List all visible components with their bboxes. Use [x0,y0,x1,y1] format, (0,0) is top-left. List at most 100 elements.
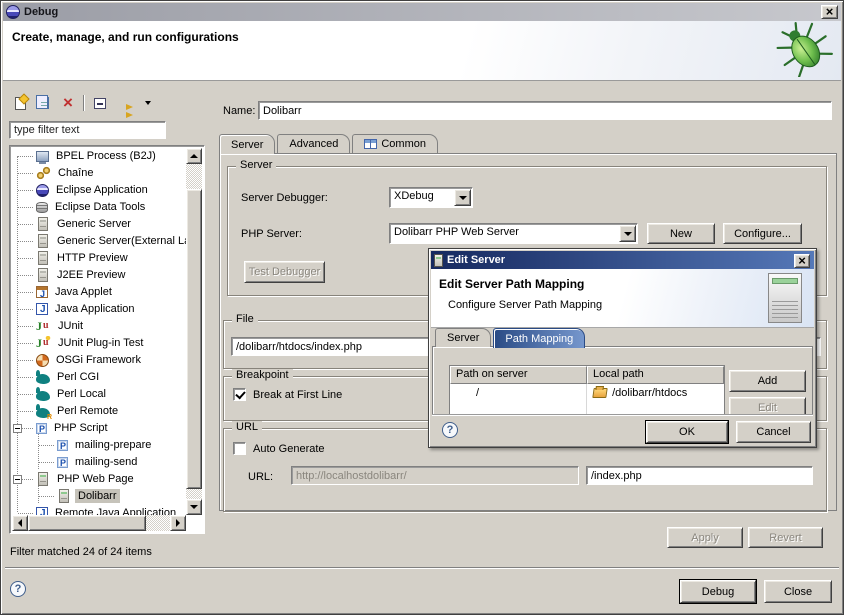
tree-item-label: JUnit Plug-in Test [55,336,146,350]
auto-generate-checkbox[interactable] [233,442,246,455]
server-debugger-combo[interactable]: XDebug [389,187,473,208]
dropdown-arrow-icon[interactable] [454,189,471,206]
camel-icon [36,391,50,401]
tree-item-label: Eclipse Data Tools [52,200,148,214]
applet-icon [36,286,48,298]
scroll-up-button[interactable] [186,148,202,164]
name-input[interactable] [258,101,832,120]
help-icon[interactable] [442,422,458,438]
type-filter-input[interactable] [9,121,166,139]
php-server-combo[interactable]: Dolibarr PHP Web Server [389,223,638,244]
close-window-button[interactable] [821,5,838,19]
tree-item-label: Dolibarr [75,489,120,503]
help-icon[interactable] [10,581,26,597]
tree-item-bpel-process-b2j[interactable]: BPEL Process (B2J) [12,148,186,165]
new-server-button[interactable]: New [647,223,715,244]
tree-item-php-script[interactable]: PHP Script [12,420,186,437]
tree-vertical-scrollbar[interactable] [186,148,202,515]
path-mapping-row[interactable]: //dolibarr/htdocs [450,384,724,402]
tree-item-java-application[interactable]: Java Application [12,301,186,318]
tree-item-label: Generic Server(External La [54,234,186,248]
collapse-expander-icon[interactable] [13,424,22,433]
tree-item-generic-server[interactable]: Generic Server [12,216,186,233]
tree-item-remote-java-application[interactable]: Remote Java Application [12,505,186,515]
edit-server-titlebar: Edit Server [431,251,814,269]
tree-item-eclipse-data-tools[interactable]: Eclipse Data Tools [12,199,186,216]
tree-item-perl-cgi[interactable]: Perl CGI [12,369,186,386]
remote-java-icon [36,507,48,515]
tree-item-java-applet[interactable]: Java Applet [12,284,186,301]
tree-item-osgi-framework[interactable]: OSGi Framework [12,352,186,369]
test-debugger-button[interactable]: Test Debugger [244,261,325,283]
filter-status-text: Filter matched 24 of 24 items [10,546,152,558]
configure-server-button[interactable]: Configure... [723,223,802,244]
camel-icon [36,374,50,384]
url-input[interactable] [291,466,579,485]
server-icon [38,234,48,248]
edit-server-button-bar: OK Cancel [432,414,813,445]
path-mapping-header-row: Path on server Local path [450,366,724,384]
close-edit-server-button[interactable] [794,254,810,268]
dropdown-arrow-icon[interactable] [619,225,636,242]
server-tower-image [768,273,802,323]
tree-item-cha-ne[interactable]: Chaîne [12,165,186,182]
break-first-line-checkbox[interactable] [233,388,246,401]
tree-item-perl-remote[interactable]: Perl Remote [12,403,186,420]
debug-button[interactable]: Debug [680,580,756,603]
tree-item-perl-local[interactable]: Perl Local [12,386,186,403]
tab-label: Server [231,136,263,154]
bug-image [775,21,833,80]
tree-item-mailing-prepare[interactable]: mailing-prepare [12,437,186,454]
delete-config-icon [63,96,73,111]
apply-button[interactable]: Apply [667,527,743,548]
vertical-scroll-thumb[interactable] [186,189,202,489]
collapse-all-icon[interactable] [91,94,109,112]
scroll-left-button[interactable] [12,515,28,531]
column-path-on-server[interactable]: Path on server [450,366,587,384]
add-mapping-button[interactable]: Add [729,370,806,392]
url-path-input[interactable] [586,466,813,485]
tree-item-junit[interactable]: JUnit [12,318,186,335]
tree-item-j2ee-preview[interactable]: J2EE Preview [12,267,186,284]
filter-menu-arrow-icon [145,101,151,105]
folder-icon [592,388,607,398]
ok-button[interactable]: OK [646,421,728,443]
collapse-expander-icon[interactable] [13,475,22,484]
duplicate-config-icon[interactable] [35,94,53,112]
table-icon [364,139,377,149]
scroll-down-button[interactable] [186,499,202,515]
tree-item-junit-plug-in-test[interactable]: JUnit Plug-in Test [12,335,186,352]
php-server-label: PHP Server: [241,228,302,240]
column-local-path[interactable]: Local path [587,366,724,384]
tab-server[interactable]: Server [219,134,275,154]
edit-server-subheading: Configure Server Path Mapping [448,299,602,311]
tree-item-php-web-page[interactable]: PHP Web Page [12,471,186,488]
tree-horizontal-scrollbar[interactable] [12,515,186,531]
new-config-icon[interactable] [11,94,29,112]
close-button[interactable]: Close [764,580,832,603]
tree-item-generic-server-external-la[interactable]: Generic Server(External La [12,233,186,250]
tab-server[interactable]: Server [435,328,491,347]
cancel-button[interactable]: Cancel [736,421,811,443]
toolbar-separator [83,95,85,111]
tree-item-mailing-send[interactable]: mailing-send [12,454,186,471]
scroll-right-button[interactable] [170,515,186,531]
tree-item-dolibarr[interactable]: Dolibarr [12,488,186,505]
tab-common[interactable]: Common [352,134,438,153]
collapse-all-icon [94,98,106,109]
tree-item-http-preview[interactable]: HTTP Preview [12,250,186,267]
tab-label: Server [447,329,479,347]
break-first-line-label: Break at First Line [253,389,342,401]
delete-config-icon[interactable] [59,94,77,112]
tree-item-label: J2EE Preview [54,268,128,282]
tab-path-mapping[interactable]: Path Mapping [493,328,585,348]
horizontal-scroll-thumb[interactable] [28,515,146,531]
tree-item-eclipse-application[interactable]: Eclipse Application [12,182,186,199]
tree-item-label: mailing-send [72,455,140,469]
breakpoint-group-label: Breakpoint [232,369,293,381]
tree-item-label: Generic Server [54,217,134,231]
filter-configs-icon[interactable] [115,94,133,112]
filter-menu-arrow-icon[interactable] [139,94,157,112]
revert-button[interactable]: Revert [748,527,823,548]
tab-advanced[interactable]: Advanced [277,134,350,153]
